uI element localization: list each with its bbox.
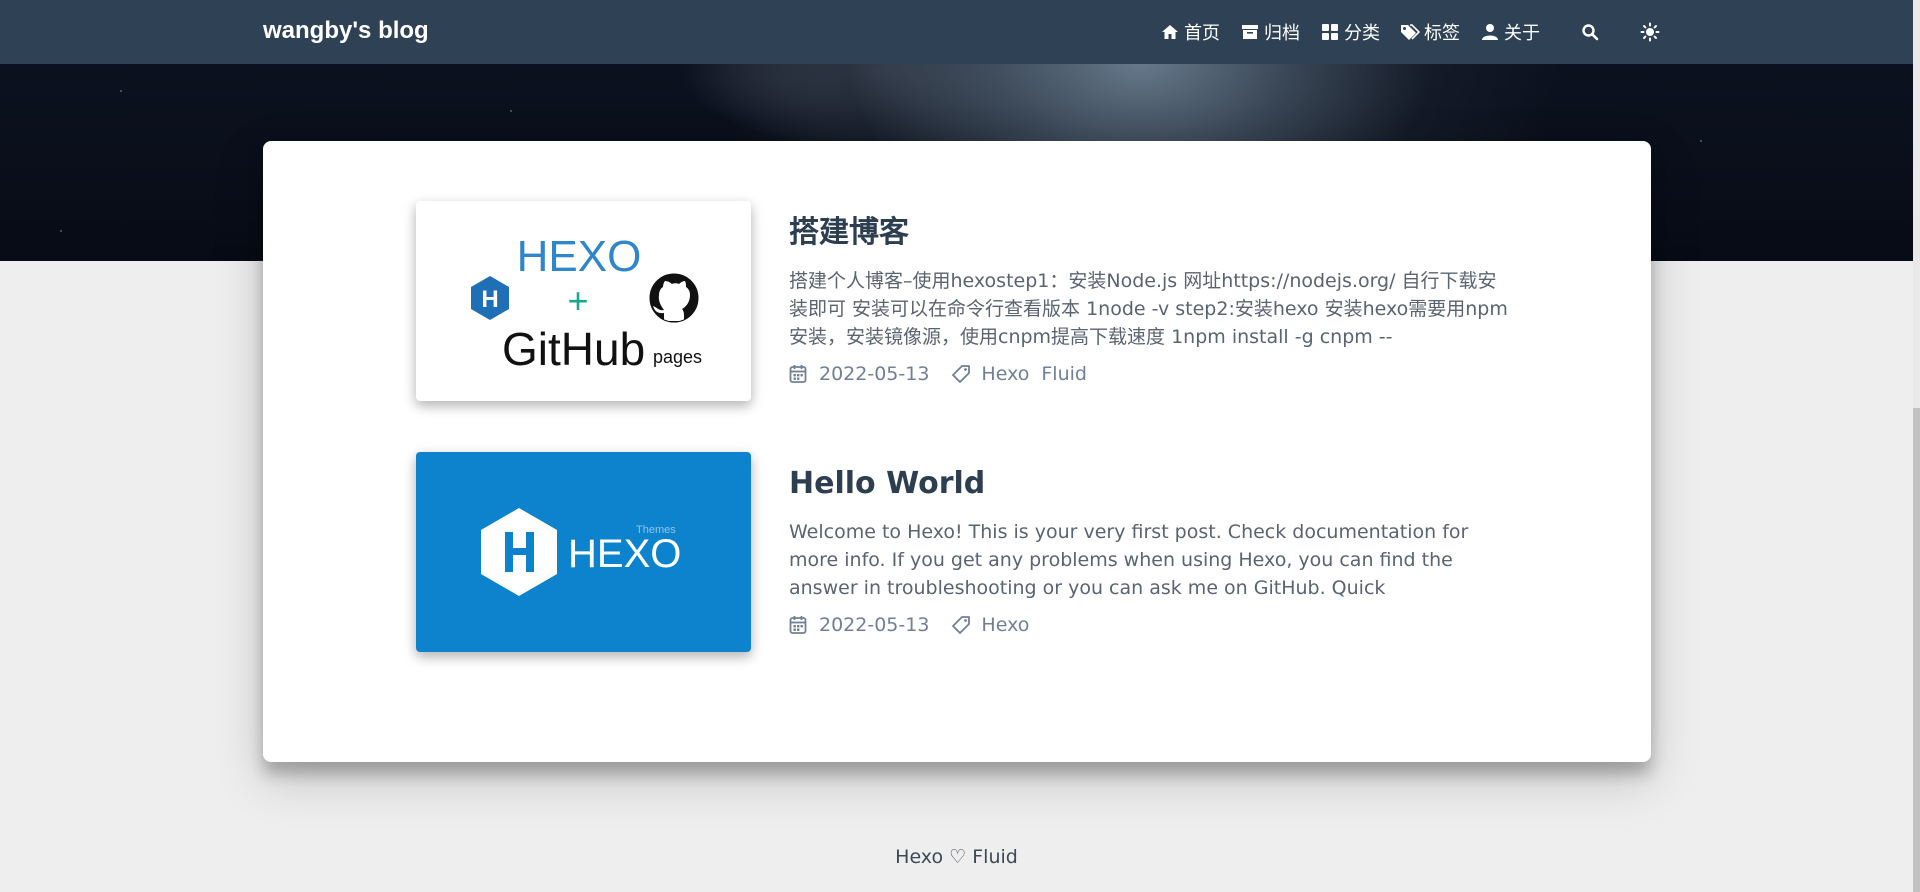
tag-icon: [1400, 22, 1420, 42]
post-thumbnail[interactable]: HEXO H + GitHub pages: [416, 201, 751, 401]
github-icon: [649, 273, 699, 323]
category-icon: [1320, 22, 1340, 42]
svg-text:H: H: [481, 286, 498, 313]
post-body: Hello World Welcome to Hexo! This is you…: [789, 452, 1509, 636]
post-item: HEXO H + GitHub pages 搭建博客 搭建个人博客–使用hexo…: [416, 201, 1509, 401]
footer: Hexo ♡ Fluid: [0, 846, 1913, 868]
post-tag[interactable]: Hexo: [981, 614, 1029, 636]
nav-item-label: 关于: [1504, 23, 1540, 44]
heart-icon: ♡: [949, 846, 967, 868]
hexo-github-pages-image: HEXO H + GitHub pages: [471, 232, 702, 375]
post-item: HEXO Themes Hello World Welcome to Hexo!…: [416, 452, 1506, 652]
thumb-hexo-text: HEXO: [517, 232, 642, 281]
theme-toggle-button[interactable]: [1640, 22, 1664, 42]
user-icon: [1480, 22, 1500, 42]
nav-menu: 首页 归档 分类 标签 关于: [1160, 0, 1684, 64]
nav-item-categories[interactable]: 分类: [1320, 19, 1380, 45]
post-excerpt[interactable]: 搭建个人博客–使用hexostep1：安装Node.js 网址https://n…: [789, 267, 1509, 351]
post-meta: 2022-05-13 Hexo: [789, 614, 1509, 636]
post-list-card: HEXO H + GitHub pages 搭建博客 搭建个人博客–使用hexo…: [263, 141, 1651, 762]
tag-icon: [951, 364, 971, 384]
nav-item-archive[interactable]: 归档: [1240, 19, 1300, 45]
post-title[interactable]: 搭建博客: [789, 213, 1509, 253]
nav-item-label: 首页: [1184, 23, 1220, 44]
tag-icon: [951, 615, 971, 635]
navbar: wangby's blog 首页 归档 分类 标签 关于: [0, 0, 1913, 64]
thumb-plus-text: +: [567, 280, 588, 321]
nav-item-label: 归档: [1264, 23, 1300, 44]
thumb-github-text: GitHub: [502, 323, 645, 375]
nav-item-label: 标签: [1424, 23, 1460, 44]
post-date: 2022-05-13: [819, 363, 930, 385]
hexo-themes-image: HEXO Themes: [481, 508, 681, 596]
post-tag[interactable]: Hexo: [981, 363, 1029, 385]
home-icon: [1160, 22, 1180, 42]
search-button[interactable]: [1580, 22, 1604, 42]
post-thumbnail[interactable]: HEXO Themes: [416, 452, 751, 652]
footer-hexo-link[interactable]: Hexo: [895, 846, 943, 868]
post-date: 2022-05-13: [819, 614, 930, 636]
nav-item-home[interactable]: 首页: [1160, 19, 1220, 45]
search-icon: [1580, 22, 1600, 42]
post-body: 搭建博客 搭建个人博客–使用hexostep1：安装Node.js 网址http…: [789, 201, 1509, 385]
nav-item-about[interactable]: 关于: [1480, 19, 1540, 45]
post-title[interactable]: Hello World: [789, 464, 1509, 504]
archive-icon: [1240, 22, 1260, 42]
post-meta: 2022-05-13 Hexo Fluid: [789, 363, 1509, 385]
scrollbar-thumb[interactable]: [1913, 408, 1920, 892]
thumb-hexo-text: HEXO: [568, 532, 681, 576]
post-tag[interactable]: Fluid: [1041, 363, 1087, 385]
thumb-pages-text: pages: [653, 347, 702, 367]
thumb-themes-text: Themes: [636, 524, 676, 536]
nav-item-tags[interactable]: 标签: [1400, 19, 1460, 45]
page-scrollbar[interactable]: [1913, 0, 1920, 892]
sun-icon: [1640, 22, 1660, 42]
brand-title[interactable]: wangby's blog: [263, 17, 429, 45]
calendar-icon: [789, 615, 809, 635]
calendar-icon: [789, 364, 809, 384]
footer-fluid-link[interactable]: Fluid: [972, 846, 1018, 868]
post-excerpt[interactable]: Welcome to Hexo! This is your very first…: [789, 518, 1509, 602]
nav-item-label: 分类: [1344, 23, 1380, 44]
